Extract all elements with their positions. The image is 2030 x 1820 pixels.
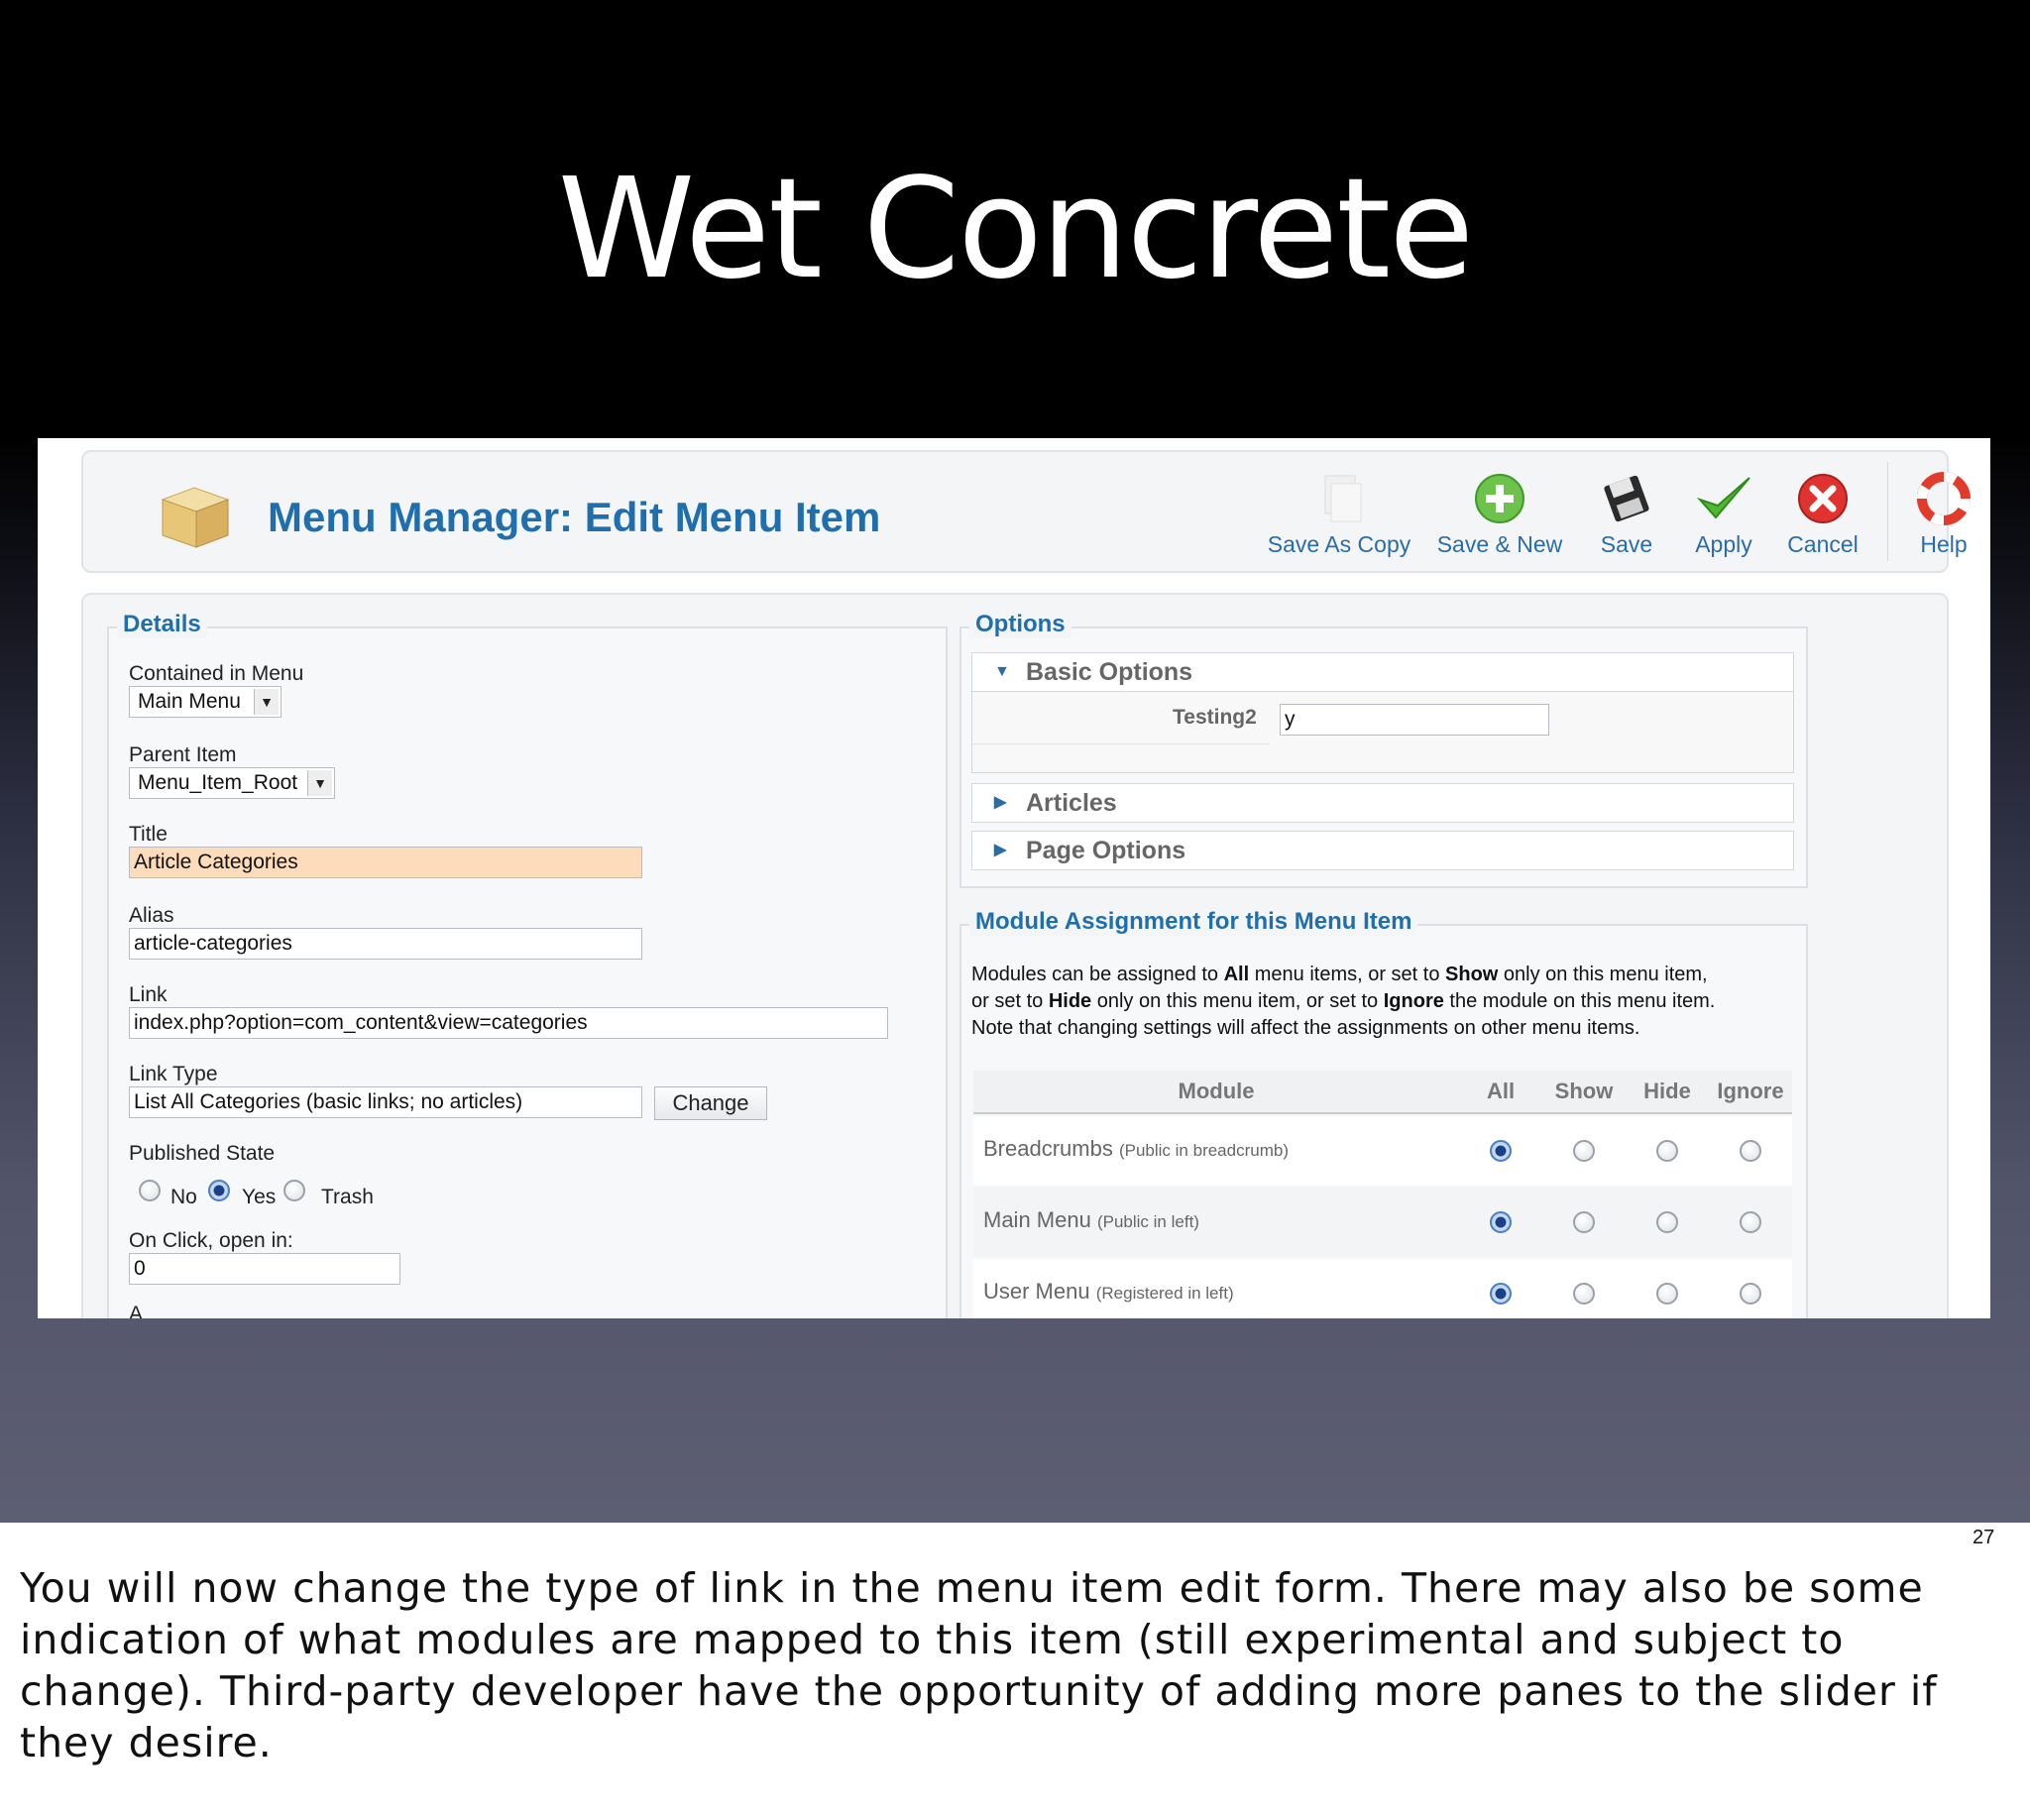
assign-all-radio[interactable] bbox=[1490, 1140, 1512, 1162]
published-yes-label: Yes bbox=[242, 1186, 277, 1208]
link-type-label: Link Type bbox=[129, 1063, 218, 1085]
details-fieldset: Details Contained in Menu Main Menu ▼ Pa… bbox=[107, 611, 948, 1318]
save-as-copy-button[interactable]: Save As Copy bbox=[1265, 464, 1413, 563]
module-name: Main Menu (Public in left) bbox=[983, 1207, 1199, 1232]
testing2-input[interactable]: y bbox=[1280, 704, 1549, 736]
assign-show-radio[interactable] bbox=[1573, 1283, 1595, 1305]
parent-item-value: Menu_Item_Root bbox=[138, 771, 298, 794]
articles-pane-header[interactable]: ▶ Articles bbox=[971, 783, 1794, 823]
link-label: Link bbox=[129, 983, 168, 1006]
cutoff-label: A bbox=[129, 1303, 144, 1318]
page-options-pane-header[interactable]: ▶ Page Options bbox=[971, 831, 1794, 870]
module-table: Module All Show Hide Ignore Breadcrumbs … bbox=[973, 1071, 1792, 1318]
package-box-icon bbox=[153, 478, 236, 551]
assign-hide-radio[interactable] bbox=[1656, 1283, 1678, 1305]
published-state-label: Published State bbox=[129, 1142, 276, 1165]
published-trash-label: Trash bbox=[321, 1186, 374, 1208]
slide-title: Wet Concrete bbox=[557, 149, 1475, 310]
options-legend: Options bbox=[969, 611, 1071, 638]
table-row: Breadcrumbs (Public in breadcrumb) bbox=[973, 1116, 1792, 1186]
column-all: All bbox=[1486, 1079, 1516, 1103]
basic-options-label: Basic Options bbox=[1026, 658, 1193, 686]
assign-hide-radio[interactable] bbox=[1656, 1211, 1678, 1233]
title-label: Title bbox=[129, 823, 168, 846]
slide: Wet Concrete Menu Manager: Edit Menu Ite… bbox=[0, 0, 2030, 1523]
help-button[interactable]: Help bbox=[1869, 464, 1990, 563]
module-name: User Menu (Registered in left) bbox=[983, 1279, 1234, 1304]
slide-number: 27 bbox=[1973, 1527, 1995, 1548]
basic-options-pane-body: Testing2 y bbox=[971, 692, 1794, 773]
module-assignment-legend: Module Assignment for this Menu Item bbox=[969, 908, 1418, 936]
toolbar: Menu Manager: Edit Menu Item Save As Cop… bbox=[81, 450, 1971, 573]
options-fieldset: Options ▼ Basic Options Testing2 y ▶ Art… bbox=[959, 611, 1808, 888]
on-click-input[interactable]: 0 bbox=[129, 1253, 400, 1285]
published-yes-radio[interactable] bbox=[208, 1180, 230, 1201]
lifebuoy-icon bbox=[1917, 472, 1971, 525]
link-type-input[interactable]: List All Categories (basic links; no art… bbox=[129, 1086, 642, 1118]
parent-item-select[interactable]: Menu_Item_Root ▼ bbox=[129, 767, 335, 799]
column-hide: Hide bbox=[1643, 1079, 1691, 1103]
help-label: Help bbox=[1920, 531, 1968, 557]
chevron-down-icon: ▼ bbox=[254, 689, 279, 715]
on-click-label: On Click, open in: bbox=[129, 1229, 293, 1252]
chevron-down-icon: ▼ bbox=[307, 770, 332, 796]
published-no-radio[interactable] bbox=[139, 1180, 161, 1201]
alias-label: Alias bbox=[129, 904, 174, 927]
module-description-line-2: or set to Hide only on this menu item, o… bbox=[971, 990, 1716, 1012]
details-legend: Details bbox=[117, 611, 207, 638]
triangle-right-icon: ▶ bbox=[994, 842, 1007, 858]
articles-label: Articles bbox=[1026, 789, 1117, 817]
page-options-label: Page Options bbox=[1026, 837, 1186, 864]
add-icon bbox=[1475, 474, 1524, 523]
published-trash-radio[interactable] bbox=[283, 1180, 305, 1201]
copy-icon bbox=[1324, 475, 1362, 522]
cancel-icon bbox=[1798, 474, 1848, 523]
contained-in-menu-value: Main Menu bbox=[138, 690, 241, 713]
contained-in-menu-select[interactable]: Main Menu ▼ bbox=[129, 686, 282, 718]
parent-item-label: Parent Item bbox=[129, 743, 237, 766]
assign-show-radio[interactable] bbox=[1573, 1211, 1595, 1233]
module-description-line-3: Note that changing settings will affect … bbox=[971, 1017, 1640, 1039]
column-module: Module bbox=[1178, 1079, 1255, 1103]
change-link-type-button[interactable]: Change bbox=[654, 1086, 767, 1120]
module-assignment-fieldset: Module Assignment for this Menu Item Mod… bbox=[959, 908, 1808, 1318]
table-row: Main Menu (Public in left) bbox=[973, 1188, 1792, 1257]
assign-ignore-radio[interactable] bbox=[1740, 1211, 1761, 1233]
published-no-label: No bbox=[170, 1186, 197, 1208]
assign-ignore-radio[interactable] bbox=[1740, 1283, 1761, 1305]
module-table-header: Module All Show Hide Ignore bbox=[973, 1071, 1792, 1114]
module-name: Breadcrumbs (Public in breadcrumb) bbox=[983, 1136, 1289, 1161]
column-show: Show bbox=[1554, 1079, 1614, 1103]
assign-show-radio[interactable] bbox=[1573, 1140, 1595, 1162]
alias-input[interactable]: article-categories bbox=[129, 928, 642, 960]
page-heading: Menu Manager: Edit Menu Item bbox=[268, 494, 881, 540]
save-as-copy-label: Save As Copy bbox=[1267, 531, 1411, 557]
content-area: Details Contained in Menu Main Menu ▼ Pa… bbox=[81, 593, 1949, 1318]
screenshot: Menu Manager: Edit Menu Item Save As Cop… bbox=[38, 438, 1990, 1318]
speaker-notes: You will now change the type of link in … bbox=[20, 1564, 1938, 1766]
triangle-right-icon: ▶ bbox=[994, 794, 1007, 811]
basic-options-pane-header[interactable]: ▼ Basic Options bbox=[971, 652, 1794, 692]
table-row: User Menu (Registered in left) bbox=[973, 1259, 1792, 1318]
testing2-label: Testing2 bbox=[1173, 706, 1257, 729]
assign-hide-radio[interactable] bbox=[1656, 1140, 1678, 1162]
module-description-line-1: Modules can be assigned to All menu item… bbox=[971, 964, 1708, 985]
column-ignore: Ignore bbox=[1717, 1079, 1784, 1103]
assign-all-radio[interactable] bbox=[1490, 1283, 1512, 1305]
checkmark-icon bbox=[1696, 477, 1750, 519]
link-input[interactable]: index.php?option=com_content&view=catego… bbox=[129, 1007, 888, 1039]
contained-in-menu-label: Contained in Menu bbox=[129, 662, 304, 685]
title-input[interactable]: Article Categories bbox=[129, 847, 642, 878]
assign-ignore-radio[interactable] bbox=[1740, 1140, 1761, 1162]
assign-all-radio[interactable] bbox=[1490, 1211, 1512, 1233]
floppy-icon bbox=[1604, 475, 1649, 522]
triangle-down-icon: ▼ bbox=[994, 663, 1010, 680]
